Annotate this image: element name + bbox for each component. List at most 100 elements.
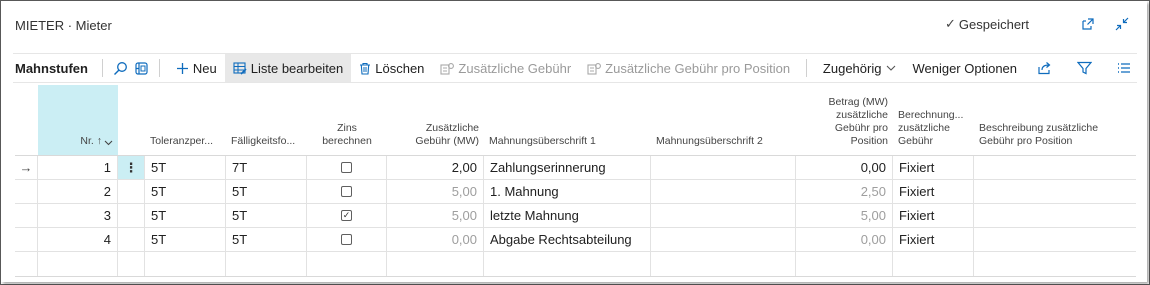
- cell-fee-desc[interactable]: [974, 252, 1136, 276]
- cell-calc-fee[interactable]: [893, 252, 974, 276]
- cell-calc-fee[interactable]: Fixiert: [893, 228, 974, 251]
- edit-list-button[interactable]: Liste bearbeiten: [224, 54, 352, 82]
- cell-due-date[interactable]: 5T: [226, 180, 307, 203]
- row-menu-button[interactable]: ⋮: [118, 156, 145, 179]
- cell-fee-per-line[interactable]: 2,50: [796, 180, 893, 203]
- cell-calc-interest[interactable]: [307, 252, 387, 276]
- indicator-column-header: [15, 85, 38, 155]
- cell-no[interactable]: 2: [38, 180, 118, 203]
- calc-interest-checkbox[interactable]: [341, 162, 352, 173]
- table-row[interactable]: 3 5T 5T ✓ 5,00 letzte Mahnung 5,00 Fixie…: [15, 204, 1136, 228]
- cell-tolerance[interactable]: 5T: [145, 156, 226, 179]
- cell-fee-per-line[interactable]: 5,00: [796, 204, 893, 227]
- cell-tolerance[interactable]: 5T: [145, 204, 226, 227]
- cell-fee-desc[interactable]: [974, 228, 1136, 251]
- open-new-window-icon[interactable]: [1079, 15, 1097, 33]
- column-header-header1[interactable]: Mahnungsüberschrift 1: [484, 85, 651, 155]
- cell-header1[interactable]: 1. Mahnung: [484, 180, 651, 203]
- column-header-add-fee[interactable]: Zusätzliche Gebühr (MW): [387, 85, 484, 155]
- cell-fee-per-line[interactable]: 0,00: [796, 156, 893, 179]
- layout-icon[interactable]: [131, 55, 151, 81]
- column-header-fee-per-line[interactable]: Betrag (MW) zusätzliche Gebühr pro Posit…: [796, 85, 893, 155]
- delete-button[interactable]: Löschen: [351, 54, 432, 82]
- related-label: Zugehörig: [822, 60, 882, 76]
- cell-header2[interactable]: [651, 228, 796, 251]
- cell-no[interactable]: 3: [38, 204, 118, 227]
- column-header-calc-interest[interactable]: Zins berechnen: [307, 85, 387, 155]
- cell-header1[interactable]: Zahlungserinnerung: [484, 156, 651, 179]
- calc-interest-checkbox[interactable]: [341, 234, 352, 245]
- row-indicator: →: [15, 156, 38, 179]
- cell-tolerance[interactable]: 5T: [145, 228, 226, 251]
- cell-fee-desc[interactable]: [974, 156, 1136, 179]
- cell-no[interactable]: [38, 252, 118, 276]
- list-icon[interactable]: [1111, 55, 1137, 81]
- cell-fee-per-line[interactable]: [796, 252, 893, 276]
- additional-fee-button[interactable]: Zusätzliche Gebühr: [432, 54, 579, 82]
- cell-calc-fee[interactable]: Fixiert: [893, 204, 974, 227]
- cell-tolerance[interactable]: 5T: [145, 180, 226, 203]
- cell-fee-desc[interactable]: [974, 204, 1136, 227]
- new-entry-row[interactable]: [15, 252, 1136, 276]
- fewer-options-label: Weniger Optionen: [912, 60, 1018, 76]
- cell-due-date[interactable]: [226, 252, 307, 276]
- cell-header1[interactable]: Abgabe Rechtsabteilung: [484, 228, 651, 251]
- cell-due-date[interactable]: 7T: [226, 156, 307, 179]
- column-header-header2[interactable]: Mahnungsüberschrift 2: [651, 85, 796, 155]
- page: MIETER · Mieter ✓ Gespeichert Mahnstufen…: [1, 1, 1147, 282]
- cell-no[interactable]: 4: [38, 228, 118, 251]
- collapse-icon[interactable]: [1113, 15, 1131, 33]
- share-icon[interactable]: [1031, 55, 1057, 81]
- fee-setup-icon: [587, 62, 602, 75]
- row-menu-cell: [118, 228, 145, 251]
- column-header-calc-fee[interactable]: Berechnung... zusätzliche Gebühr: [893, 85, 974, 155]
- cell-fee-per-line[interactable]: 0,00: [796, 228, 893, 251]
- additional-fee-per-line-button[interactable]: Zusätzliche Gebühr pro Position: [579, 54, 798, 82]
- table-row[interactable]: 4 5T 5T 0,00 Abgabe Rechtsabteilung 0,00…: [15, 228, 1136, 252]
- cell-add-fee[interactable]: 0,00: [387, 228, 484, 251]
- checkmark-icon: ✓: [945, 16, 956, 31]
- cell-due-date[interactable]: 5T: [226, 204, 307, 227]
- cell-no[interactable]: 1: [38, 156, 118, 179]
- cell-add-fee[interactable]: 2,00: [387, 156, 484, 179]
- saved-label: Gespeichert: [958, 16, 1029, 32]
- cell-add-fee[interactable]: 5,00: [387, 204, 484, 227]
- cell-add-fee[interactable]: 5,00: [387, 180, 484, 203]
- column-header-tolerance[interactable]: Toleranzper...: [145, 85, 226, 155]
- row-indicator: [15, 252, 38, 276]
- column-header-no[interactable]: Nr. ↑: [38, 85, 118, 155]
- toolbar-divider: [806, 59, 807, 77]
- calc-interest-checkbox[interactable]: [341, 186, 352, 197]
- cell-header1[interactable]: letzte Mahnung: [484, 204, 651, 227]
- cell-add-fee[interactable]: [387, 252, 484, 276]
- cell-calc-interest: [307, 228, 387, 251]
- cell-calc-fee[interactable]: Fixiert: [893, 156, 974, 179]
- additional-fee-label: Zusätzliche Gebühr: [458, 60, 572, 76]
- table-row[interactable]: → 1 ⋮ 5T 7T 2,00 Zahlungserinnerung 0,00…: [15, 156, 1136, 180]
- related-menu-button[interactable]: Zugehörig: [815, 54, 905, 82]
- cell-header2[interactable]: [651, 252, 796, 276]
- search-icon[interactable]: [111, 55, 131, 81]
- row-menu-cell: [118, 180, 145, 203]
- cell-calc-fee[interactable]: Fixiert: [893, 180, 974, 203]
- column-header-fee-desc[interactable]: Beschreibung zusätzliche Gebühr pro Posi…: [974, 85, 1136, 155]
- row-menu-cell: [118, 252, 145, 276]
- cell-header2[interactable]: [651, 204, 796, 227]
- column-header-due-date[interactable]: Fälligkeitsfo...: [226, 85, 307, 155]
- fewer-options-button[interactable]: Weniger Optionen: [904, 54, 1025, 82]
- filter-icon[interactable]: [1071, 55, 1097, 81]
- row-indicator: [15, 180, 38, 203]
- reminder-levels-table: Nr. ↑ Toleranzper... Fälligkeitsfo... Zi…: [15, 85, 1136, 277]
- edit-list-icon: [233, 61, 247, 75]
- calc-interest-checkbox[interactable]: ✓: [341, 210, 352, 221]
- cell-header1[interactable]: [484, 252, 651, 276]
- new-button[interactable]: Neu: [168, 54, 225, 82]
- toolbar-right-actions: [1025, 55, 1137, 81]
- cell-fee-desc[interactable]: [974, 180, 1136, 203]
- cell-header2[interactable]: [651, 156, 796, 179]
- cell-due-date[interactable]: 5T: [226, 228, 307, 251]
- cell-tolerance[interactable]: [145, 252, 226, 276]
- cell-header2[interactable]: [651, 180, 796, 203]
- row-menu-cell: [118, 204, 145, 227]
- table-row[interactable]: 2 5T 5T 5,00 1. Mahnung 2,50 Fixiert: [15, 180, 1136, 204]
